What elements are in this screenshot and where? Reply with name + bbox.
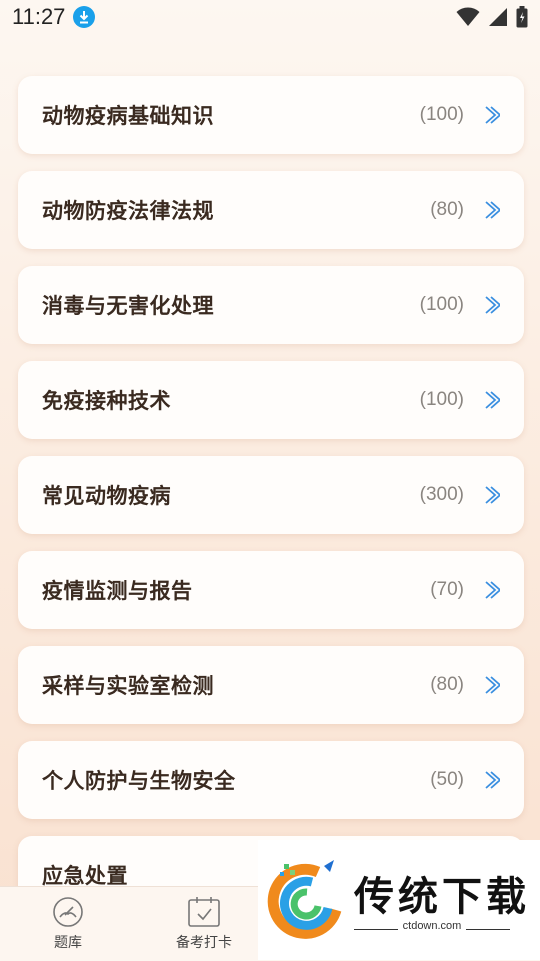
wifi-icon bbox=[456, 7, 480, 26]
signal-icon bbox=[489, 8, 507, 26]
category-item[interactable]: 消毒与无害化处理 (100) bbox=[18, 266, 524, 344]
category-item[interactable]: 采样与实验室检测 (80) bbox=[18, 646, 524, 724]
status-right bbox=[456, 6, 528, 28]
category-title: 免疫接种技术 bbox=[42, 389, 171, 413]
calendar-check-icon bbox=[188, 897, 220, 927]
question-bank-icon bbox=[53, 897, 83, 927]
category-title: 常见动物疫病 bbox=[42, 484, 171, 508]
chevron-right-icon bbox=[485, 391, 500, 409]
category-item[interactable]: 免疫接种技术 (100) bbox=[18, 361, 524, 439]
category-item[interactable]: 动物防疫法律法规 (80) bbox=[18, 171, 524, 249]
tab-label: 题库 bbox=[54, 935, 82, 951]
watermark-logo: 传统下载 ctdown.com bbox=[258, 840, 540, 960]
watermark-url: ctdown.com bbox=[402, 920, 462, 932]
category-count: (80) bbox=[430, 199, 464, 220]
category-count: (100) bbox=[419, 294, 464, 315]
status-time: 11:27 bbox=[12, 4, 66, 29]
category-title: 采样与实验室检测 bbox=[42, 674, 214, 698]
download-icon bbox=[73, 6, 96, 28]
battery-icon bbox=[516, 6, 528, 28]
tab-label: 备考打卡 bbox=[176, 935, 232, 951]
chevron-right-icon bbox=[485, 676, 500, 694]
category-count: (80) bbox=[430, 674, 464, 695]
watermark-emblem-icon bbox=[267, 860, 342, 939]
chevron-right-icon bbox=[485, 201, 500, 219]
status-bar: 11:27 bbox=[0, 0, 540, 34]
chevron-right-icon bbox=[485, 106, 500, 124]
watermark-brand: 传统下载 bbox=[354, 874, 530, 920]
category-title: 动物疫病基础知识 bbox=[42, 104, 214, 128]
category-item[interactable]: 常见动物疫病 (300) bbox=[18, 456, 524, 534]
tab-question-bank[interactable]: 题库 bbox=[0, 887, 138, 961]
status-left: 11:27 bbox=[12, 4, 96, 30]
tab-checkin[interactable]: 备考打卡 bbox=[134, 887, 274, 961]
category-item[interactable]: 动物疫病基础知识 (100) bbox=[18, 76, 524, 154]
category-count: (300) bbox=[419, 484, 464, 505]
category-item[interactable]: 个人防护与生物安全 (50) bbox=[18, 741, 524, 819]
category-count: (100) bbox=[419, 389, 464, 410]
category-title: 动物防疫法律法规 bbox=[42, 199, 214, 223]
category-title: 个人防护与生物安全 bbox=[42, 769, 236, 793]
category-count: (70) bbox=[430, 579, 464, 600]
category-title: 疫情监测与报告 bbox=[42, 579, 193, 603]
category-title: 消毒与无害化处理 bbox=[42, 294, 214, 318]
chevron-right-icon bbox=[485, 771, 500, 789]
chevron-right-icon bbox=[485, 581, 500, 599]
chevron-right-icon bbox=[485, 486, 500, 504]
category-item[interactable]: 疫情监测与报告 (70) bbox=[18, 551, 524, 629]
category-count: (50) bbox=[430, 769, 464, 790]
category-count: (100) bbox=[419, 104, 464, 125]
chevron-right-icon bbox=[485, 296, 500, 314]
divider bbox=[466, 929, 510, 930]
